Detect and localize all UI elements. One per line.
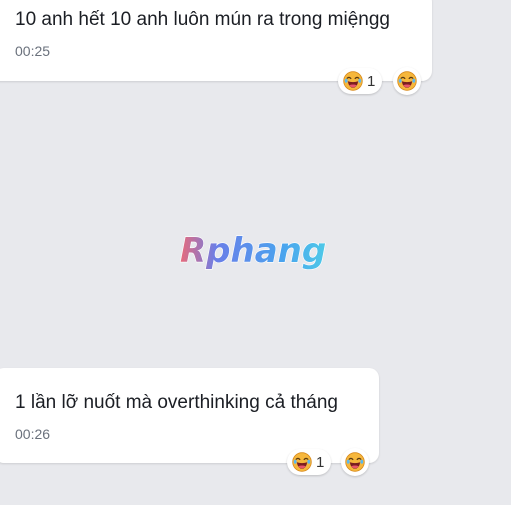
add-reaction-button[interactable] <box>341 448 369 476</box>
add-reaction-button[interactable] <box>393 67 421 95</box>
watermark-logo: Rphang <box>179 230 326 271</box>
message-text: 1 lần lỡ nuốt mà overthinking cả tháng <box>15 392 338 413</box>
laughing-face-icon <box>345 452 365 472</box>
message-text: 10 anh hết 10 anh luôn mún ra trong miện… <box>15 9 390 30</box>
reaction-count: 1 <box>367 72 376 90</box>
watermark-text: Rphang <box>180 231 326 271</box>
message-time: 00:25 <box>15 43 51 59</box>
laughing-face-icon <box>397 71 417 91</box>
laughing-face-icon <box>292 452 312 472</box>
reaction-summary-pill[interactable]: 1 <box>287 449 332 475</box>
reaction-count: 1 <box>316 453 325 471</box>
laughing-face-icon <box>343 71 363 91</box>
message-time: 00:26 <box>15 426 51 442</box>
reaction-summary-pill[interactable]: 1 <box>338 68 383 94</box>
